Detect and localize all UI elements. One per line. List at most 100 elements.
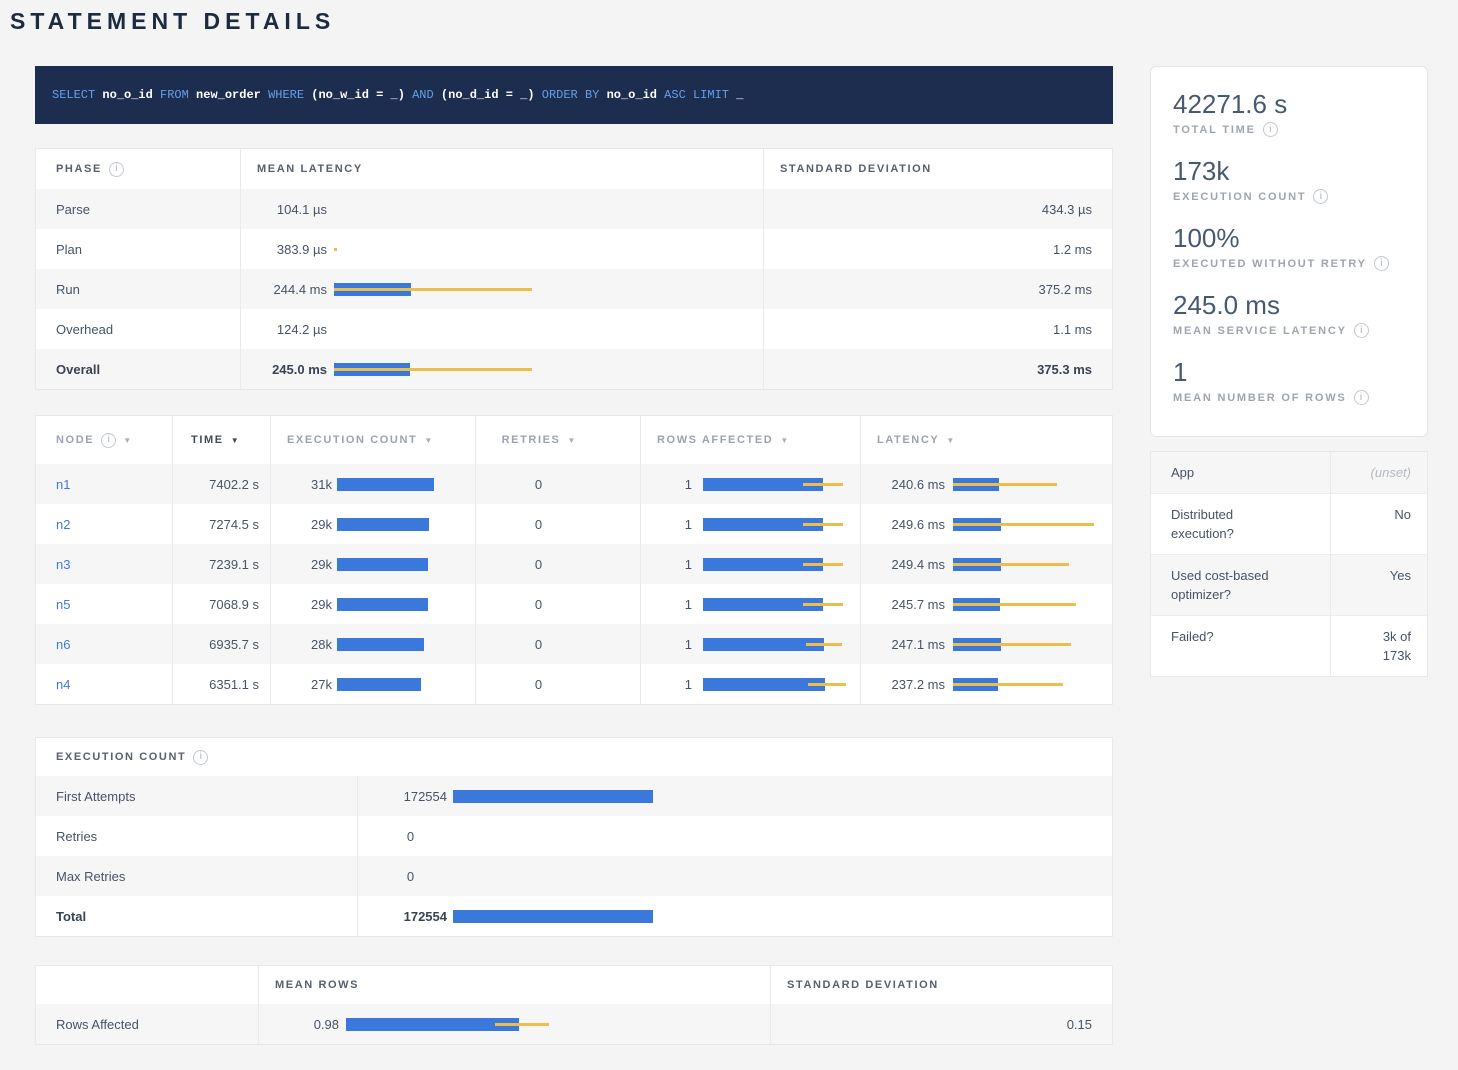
mean-latency-header-label: MEAN LATENCY xyxy=(257,163,363,175)
time-cell: 6351.1 s xyxy=(173,664,271,704)
statement-details-page: STATEMENT DETAILS SELECT no_o_id FROM ne… xyxy=(0,8,1458,1070)
rows-affected-value: 1 xyxy=(657,477,692,492)
info-icon[interactable]: i xyxy=(109,162,124,177)
exec-count-cell: 29k xyxy=(271,504,476,544)
mean-latency-cell: 244.4 ms xyxy=(241,269,764,309)
exec-count-cell: 29k xyxy=(271,584,476,624)
execution-count-table: EXECUTION COUNT i First Attempts 172554 … xyxy=(35,737,1113,937)
table-row: Retries 0 xyxy=(36,816,1112,856)
sort-arrow-icon[interactable]: ▼ xyxy=(946,436,954,445)
rows-affected-cell: 1 xyxy=(641,544,861,584)
std-dev-value: 1.2 ms xyxy=(1053,242,1112,257)
latency-cell: 249.4 ms xyxy=(861,544,1112,584)
rows-affected-header-cell[interactable]: ROWS AFFECTED ▼ xyxy=(641,416,861,464)
exec-count-value: 31k xyxy=(287,477,332,492)
mean-latency-cell: 245.0 ms xyxy=(241,349,764,389)
exec-count-value: 29k xyxy=(287,597,332,612)
info-icon[interactable]: i xyxy=(193,750,208,765)
node-link[interactable]: n4 xyxy=(56,677,70,692)
stat-value: 42271.6 s xyxy=(1173,89,1405,120)
phase-name: Run xyxy=(36,269,241,309)
exec-count-cell: 27k xyxy=(271,664,476,704)
latency-bar xyxy=(953,518,1104,531)
info-icon[interactable]: i xyxy=(1354,323,1369,338)
sql-identifier: no_o_id xyxy=(102,88,160,102)
stat-label-text: EXECUTED WITHOUT RETRY xyxy=(1173,258,1367,270)
rows-affected-bar xyxy=(703,558,852,571)
rows-affected-cell: 1 xyxy=(641,624,861,664)
table-row: Run 244.4 ms 375.2 ms xyxy=(36,269,1112,309)
time-header-cell[interactable]: TIME ▼ xyxy=(173,416,271,464)
sql-keyword: ORDER BY xyxy=(542,88,607,102)
latency-value: 237.2 ms xyxy=(877,677,945,692)
retries-cell: 0 xyxy=(476,464,641,504)
sql-identifier: (no_d_id = _) xyxy=(441,88,542,102)
sql-identifier: new_order xyxy=(196,88,268,102)
table-row: Parse 104.1 µs 434.3 µs xyxy=(36,189,1112,229)
std-dev-cell: 0.15 xyxy=(771,1004,1112,1044)
exec-count-cell: 31k xyxy=(271,464,476,504)
mean-rows-cell: 0.98 xyxy=(259,1004,771,1044)
stat-label: EXECUTION COUNT i xyxy=(1173,189,1405,204)
mean-rows-bar xyxy=(346,1018,762,1031)
node-link[interactable]: n5 xyxy=(56,597,70,612)
std-dev-cell: 434.3 µs xyxy=(764,189,1112,229)
detail-label: Used cost-based optimizer? xyxy=(1151,555,1331,615)
retries-cell: 0 xyxy=(476,584,641,624)
node-header-cell[interactable]: NODE i ▼ xyxy=(36,416,173,464)
detail-label: App xyxy=(1151,452,1331,493)
table-row: Overall 245.0 ms 375.3 ms xyxy=(36,349,1112,389)
sort-arrow-icon[interactable]: ▼ xyxy=(123,436,131,445)
info-icon[interactable]: i xyxy=(1263,122,1278,137)
sort-arrow-icon[interactable]: ▼ xyxy=(567,436,575,445)
table-row: Plan 383.9 µs 1.2 ms xyxy=(36,229,1112,269)
detail-label: Distributed execution? xyxy=(1151,494,1331,554)
latency-bar xyxy=(953,678,1104,691)
stat-label: MEAN NUMBER OF ROWSi xyxy=(1173,390,1405,405)
latency-header-cell[interactable]: LATENCY ▼ xyxy=(861,416,1112,464)
retries-header-cell[interactable]: RETRIES ▼ xyxy=(476,416,641,464)
sort-arrow-icon[interactable]: ▼ xyxy=(780,436,788,445)
exec-count-value: 28k xyxy=(287,637,332,652)
detail-row-distributed-execution: Distributed execution? No xyxy=(1151,493,1427,554)
exec-count-bar xyxy=(337,558,467,571)
time-cell: 7274.5 s xyxy=(173,504,271,544)
exec-row-label: Retries xyxy=(36,816,358,856)
sql-identifier: no_o_id xyxy=(607,88,665,102)
phase-name: Overhead xyxy=(36,309,241,349)
stat-label-text: EXECUTION COUNT xyxy=(1173,191,1306,203)
node-link[interactable]: n6 xyxy=(56,637,70,652)
retries-cell: 0 xyxy=(476,664,641,704)
info-icon[interactable]: i xyxy=(1374,256,1389,271)
stat-label: MEAN SERVICE LATENCYi xyxy=(1173,323,1405,338)
exec-count-value: 29k xyxy=(287,517,332,532)
latency-bar xyxy=(334,323,755,336)
sort-arrow-icon[interactable]: ▼ xyxy=(424,436,432,445)
info-icon[interactable]: i xyxy=(1354,390,1369,405)
sql-keyword: SELECT xyxy=(52,88,102,102)
sort-arrow-icon[interactable]: ▼ xyxy=(231,436,239,445)
table-row: Overhead 124.2 µs 1.1 ms xyxy=(36,309,1112,349)
statement-details-list: App (unset) Distributed execution? No Us… xyxy=(1150,451,1428,677)
mean-latency-cell: 383.9 µs xyxy=(241,229,764,269)
std-dev-value: 1.1 ms xyxy=(1053,322,1112,337)
detail-value: (unset) xyxy=(1331,452,1427,493)
node-link[interactable]: n3 xyxy=(56,557,70,572)
exec-row-value: 0 xyxy=(374,829,447,844)
table-row: Max Retries 0 xyxy=(36,856,1112,896)
execution-count-header: EXECUTION COUNT i xyxy=(36,738,1112,776)
execution-count-header-cell: EXECUTION COUNT i xyxy=(36,738,208,776)
phase-name: Parse xyxy=(36,189,241,229)
info-icon[interactable]: i xyxy=(101,433,116,448)
exec-row-label: First Attempts xyxy=(36,776,358,816)
node-link[interactable]: n2 xyxy=(56,517,70,532)
phase-header-cell: PHASE i xyxy=(36,149,241,189)
mean-latency-value: 383.9 µs xyxy=(257,242,327,257)
exec-count-cell: 28k xyxy=(271,624,476,664)
empty-header-cell xyxy=(36,966,259,1004)
retries-cell: 0 xyxy=(476,624,641,664)
node-link[interactable]: n1 xyxy=(56,477,70,492)
exec-count-header-cell[interactable]: EXECUTION COUNT ▼ xyxy=(271,416,476,464)
table-row: n4 6351.1 s 27k 0 1 237.2 ms xyxy=(36,664,1112,704)
info-icon[interactable]: i xyxy=(1313,189,1328,204)
